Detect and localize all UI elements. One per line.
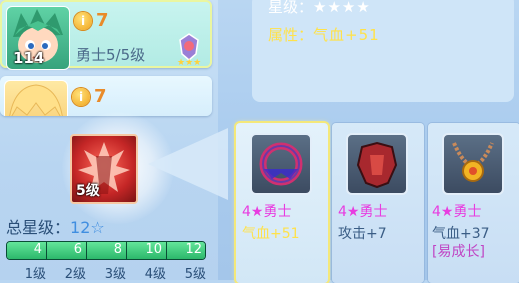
hero-card-1[interactable]: 114 i 7 勇士5/5级 ★★★ [0,0,212,70]
progress-ticks: 4 6 8 10 12 [6,242,206,261]
grade-label: 1级 [24,267,46,282]
hero-subtitle: 勇士5/5级 [76,46,146,64]
hero-star-count: 7 [96,10,109,31]
progress-tick-divider [46,242,47,259]
equipment-card-3[interactable]: 4★勇士 气血+37 [易成长] [428,123,519,283]
armor-icon [346,133,408,195]
grade-labels: 1级 2级 3级 4级 5级 [6,263,206,282]
equipment-tag: [易成长] [432,244,485,260]
hero-level: 114 [13,49,45,67]
progress-tick-divider [86,242,87,259]
necklace-icon [442,133,504,195]
attribute-value: 气血+51 [313,26,380,44]
hero-portrait-icon [9,84,63,116]
grade-label: 5级 [184,267,206,282]
grade-label: 4级 [144,267,166,282]
star-value: ★★★★ [313,0,371,16]
hero-card-2[interactable]: i 7 [0,76,212,116]
hero-avatar: 114 [6,6,70,70]
total-star-label: 总星级： [6,218,71,237]
equipment-name: 4★勇士 [432,204,482,220]
attribute-label: 属性： [268,26,314,44]
equipment-stat: 攻击+7 [338,226,387,242]
pointer-arrow-icon [148,124,228,204]
class-emblem-icon: ★★★ [174,32,204,68]
equipment-stat: 气血+51 [242,226,300,242]
skill-level: 5级 [76,183,100,199]
hero-avatar [4,80,68,116]
total-star-value: 12 [70,218,91,237]
star-badge-icon: i [72,88,90,106]
progress-tick-label: 12 [185,242,202,257]
star-icon: ☆ [90,218,105,237]
equipment-stat: 气血+37 [432,226,490,242]
progress-tick-label: 4 [33,242,42,257]
equipment-card-2[interactable]: 4★勇士 攻击+7 [332,123,424,283]
grade-label: 2级 [64,267,86,282]
equipment-name: 4★勇士 [338,204,388,220]
star-label: 星级： [268,0,314,16]
bracelet-icon [250,133,312,195]
star-row: 星级：★★★★ [268,0,371,17]
svg-text:★★★: ★★★ [177,58,201,66]
attribute-row: 属性：气血+51 [268,24,380,45]
progress-tick-label: 10 [145,242,162,257]
equipment-name: 4★勇士 [242,204,292,220]
progress-tick-label: 8 [113,242,122,257]
grade-label: 3级 [104,267,126,282]
progress-tick-divider [166,242,167,259]
progress-tick-divider [126,242,127,259]
skill-icon[interactable]: 5级 [70,134,138,204]
star-badge-icon: i [74,12,92,30]
total-star-row: 总星级：12☆ [6,214,105,238]
progress-tick-label: 6 [73,242,82,257]
equipment-card-1[interactable]: 4★勇士 气血+51 [236,123,328,283]
hero-star-count: 7 [94,86,107,107]
